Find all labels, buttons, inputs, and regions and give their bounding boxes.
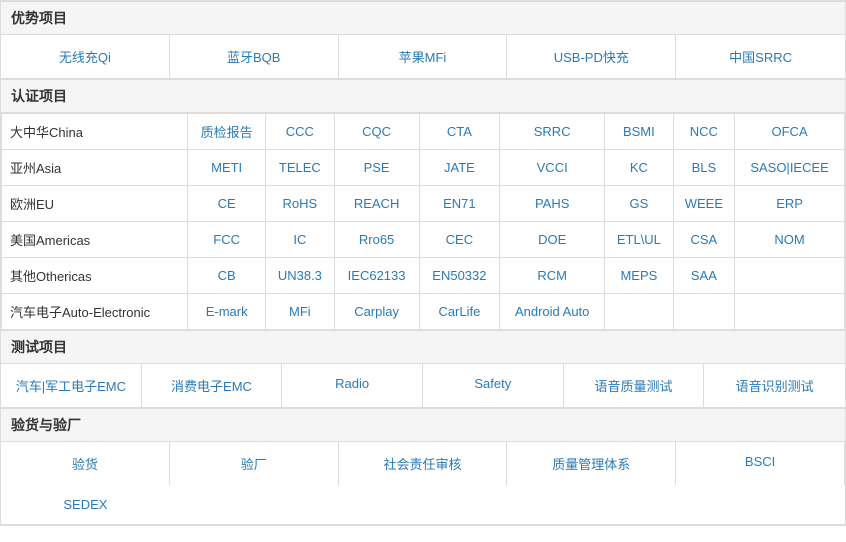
cert-auto-6[interactable] xyxy=(673,294,735,330)
advantage-item-4[interactable]: 中国SRRC xyxy=(676,35,845,78)
cert-other-0[interactable]: CB xyxy=(188,258,266,294)
cert-asia-5[interactable]: KC xyxy=(605,150,673,186)
inspection-item-1[interactable]: 验厂 xyxy=(170,442,339,485)
table-row: 其他Othericas CB UN38.3 IEC62133 EN50332 R… xyxy=(2,258,845,294)
cert-eu-6[interactable]: WEEE xyxy=(673,186,735,222)
row-header-americas: 美国Americas xyxy=(2,222,188,258)
cert-auto-1[interactable]: MFi xyxy=(266,294,334,330)
cert-asia-0[interactable]: METI xyxy=(188,150,266,186)
cert-other-4[interactable]: RCM xyxy=(500,258,605,294)
cert-americas-5[interactable]: ETL\UL xyxy=(605,222,673,258)
table-row: 美国Americas FCC IC Rro65 CEC DOE ETL\UL C… xyxy=(2,222,845,258)
inspection-grid: 验货 验厂 社会责任审核 质量管理体系 BSCI SEDEX xyxy=(1,442,845,525)
cert-eu-3[interactable]: EN71 xyxy=(419,186,500,222)
cert-asia-6[interactable]: BLS xyxy=(673,150,735,186)
advantage-title: 优势项目 xyxy=(1,1,845,35)
cert-americas-3[interactable]: CEC xyxy=(419,222,500,258)
test-item-3[interactable]: Safety xyxy=(423,364,564,407)
advantage-item-2[interactable]: 苹果MFi xyxy=(339,35,508,78)
test-title: 测试项目 xyxy=(1,330,845,364)
cert-other-2[interactable]: IEC62133 xyxy=(334,258,419,294)
cert-china-1[interactable]: CCC xyxy=(266,114,334,150)
cert-china-7[interactable]: OFCA xyxy=(735,114,845,150)
cert-americas-4[interactable]: DOE xyxy=(500,222,605,258)
advantage-item-0[interactable]: 无线充Qi xyxy=(1,35,170,78)
cert-eu-7[interactable]: ERP xyxy=(735,186,845,222)
cert-eu-0[interactable]: CE xyxy=(188,186,266,222)
cert-china-5[interactable]: BSMI xyxy=(605,114,673,150)
cert-auto-3[interactable]: CarLife xyxy=(419,294,500,330)
cert-other-6[interactable]: SAA xyxy=(673,258,735,294)
test-item-5[interactable]: 语音识别测试 xyxy=(704,364,845,407)
advantage-item-1[interactable]: 蓝牙BQB xyxy=(170,35,339,78)
inspection-title: 验货与验厂 xyxy=(1,408,845,442)
row-header-eu: 欧洲EU xyxy=(2,186,188,222)
cert-auto-2[interactable]: Carplay xyxy=(334,294,419,330)
cert-auto-7[interactable] xyxy=(735,294,845,330)
cert-china-6[interactable]: NCC xyxy=(673,114,735,150)
row-header-other: 其他Othericas xyxy=(2,258,188,294)
row-header-auto: 汽车电子Auto-Electronic xyxy=(2,294,188,330)
row-header-china: 大中华China xyxy=(2,114,188,150)
cert-americas-6[interactable]: CSA xyxy=(673,222,735,258)
cert-auto-5[interactable] xyxy=(605,294,673,330)
cert-americas-0[interactable]: FCC xyxy=(188,222,266,258)
table-row: 大中华China 质检报告 CCC CQC CTA SRRC BSMI NCC … xyxy=(2,114,845,150)
test-item-2[interactable]: Radio xyxy=(282,364,423,407)
cert-other-7[interactable] xyxy=(735,258,845,294)
cert-asia-4[interactable]: VCCI xyxy=(500,150,605,186)
table-row: 汽车电子Auto-Electronic E-mark MFi Carplay C… xyxy=(2,294,845,330)
cert-eu-2[interactable]: REACH xyxy=(334,186,419,222)
cert-china-4[interactable]: SRRC xyxy=(500,114,605,150)
test-item-0[interactable]: 汽车|军工电子EMC xyxy=(1,364,142,407)
cert-other-3[interactable]: EN50332 xyxy=(419,258,500,294)
cert-china-3[interactable]: CTA xyxy=(419,114,500,150)
cert-china-2[interactable]: CQC xyxy=(334,114,419,150)
test-grid: 汽车|军工电子EMC 消费电子EMC Radio Safety 语音质量测试 语… xyxy=(1,364,845,408)
cert-asia-1[interactable]: TELEC xyxy=(266,150,334,186)
test-item-4[interactable]: 语音质量测试 xyxy=(564,364,705,407)
inspection-item-4[interactable]: BSCI xyxy=(676,442,845,485)
cert-americas-1[interactable]: IC xyxy=(266,222,334,258)
cert-asia-2[interactable]: PSE xyxy=(334,150,419,186)
cert-eu-4[interactable]: PAHS xyxy=(500,186,605,222)
cert-americas-2[interactable]: Rro65 xyxy=(334,222,419,258)
cert-other-1[interactable]: UN38.3 xyxy=(266,258,334,294)
inspection-item-0[interactable]: 验货 xyxy=(1,442,170,485)
inspection-item-2[interactable]: 社会责任审核 xyxy=(339,442,508,485)
table-row: 欧洲EU CE RoHS REACH EN71 PAHS GS WEEE ERP xyxy=(2,186,845,222)
cert-asia-3[interactable]: JATE xyxy=(419,150,500,186)
advantage-grid: 无线充Qi 蓝牙BQB 苹果MFi USB-PD快充 中国SRRC xyxy=(1,35,845,79)
cert-eu-1[interactable]: RoHS xyxy=(266,186,334,222)
cert-other-5[interactable]: MEPS xyxy=(605,258,673,294)
table-row: 亚州Asia METI TELEC PSE JATE VCCI KC BLS S… xyxy=(2,150,845,186)
cert-eu-5[interactable]: GS xyxy=(605,186,673,222)
row-header-asia: 亚州Asia xyxy=(2,150,188,186)
advantage-item-3[interactable]: USB-PD快充 xyxy=(507,35,676,78)
cert-china-0[interactable]: 质检报告 xyxy=(188,114,266,150)
cert-americas-7[interactable]: NOM xyxy=(735,222,845,258)
cert-auto-0[interactable]: E-mark xyxy=(188,294,266,330)
inspection-item-5[interactable]: SEDEX xyxy=(1,485,170,524)
test-item-1[interactable]: 消费电子EMC xyxy=(142,364,283,407)
cert-asia-7[interactable]: SASO|IECEE xyxy=(735,150,845,186)
inspection-item-3[interactable]: 质量管理体系 xyxy=(507,442,676,485)
certification-table: 大中华China 质检报告 CCC CQC CTA SRRC BSMI NCC … xyxy=(1,113,845,330)
certification-title: 认证项目 xyxy=(1,79,845,113)
cert-auto-4[interactable]: Android Auto xyxy=(500,294,605,330)
